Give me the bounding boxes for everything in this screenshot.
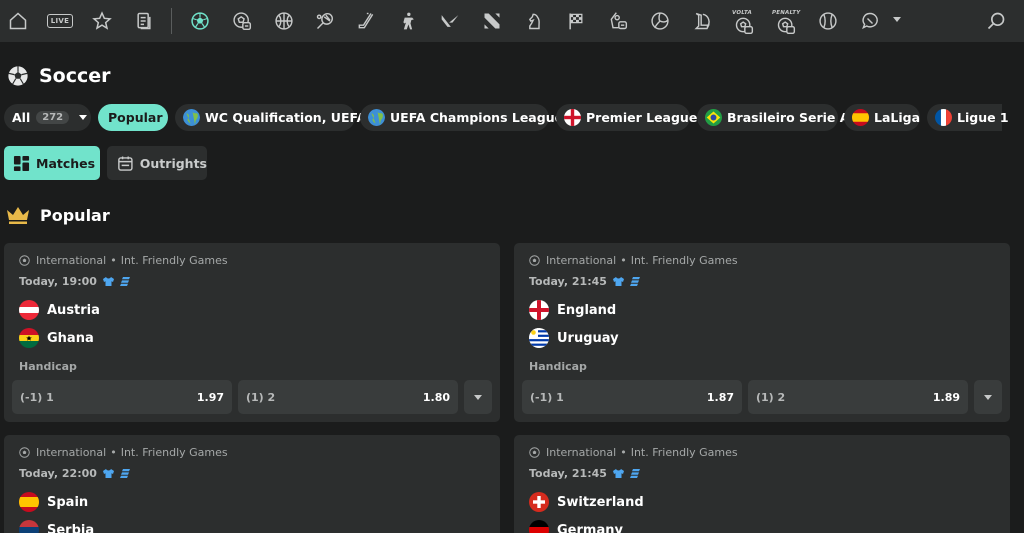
more-markets-button[interactable] (464, 380, 492, 414)
tab-outrights[interactable]: Outrights (107, 146, 207, 180)
france-flag-icon (935, 109, 952, 126)
jersey-icon (102, 277, 114, 286)
germany-flag-icon (529, 520, 549, 533)
ghana-flag-icon (19, 328, 39, 348)
jersey-icon (102, 469, 114, 478)
section-header: Popular (6, 203, 110, 227)
filter-brasileiro-serie-a[interactable]: Brasileiro Serie A (697, 104, 849, 131)
basketball-icon[interactable] (270, 7, 298, 35)
odds-button[interactable]: (1) 2 1.80 (238, 380, 458, 414)
globe-icon (183, 109, 200, 126)
market-label: Handicap (529, 360, 587, 373)
count-badge: 272 (36, 111, 70, 124)
match-time: Today, 19:00 (19, 275, 131, 288)
dota-icon[interactable] (478, 7, 506, 35)
match-time: Today, 21:45 (529, 467, 641, 480)
away-team: Serbia (19, 520, 94, 533)
home-team: Spain (19, 492, 88, 512)
racing-flag-icon[interactable] (562, 7, 590, 35)
match-card[interactable]: International • Int. Friendly Games Today,… (514, 435, 1010, 533)
home-icon[interactable] (4, 7, 32, 35)
page-header: Soccer (7, 62, 111, 90)
tab-matches[interactable]: Matches (4, 146, 100, 180)
chess-icon[interactable] (520, 7, 548, 35)
league-path: International • Int. Friendly Games (529, 446, 738, 459)
esoccer-icon[interactable] (228, 7, 256, 35)
betslip-icon[interactable] (130, 7, 158, 35)
baseball-icon[interactable] (814, 7, 842, 35)
tennis-icon[interactable] (311, 7, 339, 35)
league-path: International • Int. Friendly Games (529, 254, 738, 267)
england-flag-icon (564, 109, 581, 126)
stats-icon (119, 469, 130, 478)
star-icon[interactable] (88, 7, 116, 35)
stats-icon (629, 469, 640, 478)
volta-icon[interactable]: VOLTA (730, 7, 758, 35)
sport-navigation-bar: LIVE VOLTA PENALTY (0, 0, 1024, 42)
toolbar-divider (171, 8, 172, 34)
volleyball-icon[interactable] (646, 7, 674, 35)
soccer-ball-icon (529, 255, 540, 266)
globe-icon (368, 109, 385, 126)
filter-all[interactable]: All 272 (4, 104, 91, 131)
match-card[interactable]: International • Int. Friendly Games Today,… (514, 243, 1010, 422)
page-title: Soccer (39, 65, 111, 87)
chat-icon[interactable] (856, 7, 884, 35)
ebasketball-icon[interactable] (604, 7, 632, 35)
austria-flag-icon (19, 300, 39, 320)
match-time: Today, 21:45 (529, 275, 641, 288)
filter-wc-qualification-uefa[interactable]: WC Qualification, UEFA (175, 104, 366, 131)
more-sports-dropdown-icon[interactable] (893, 17, 901, 22)
spain-flag-icon (19, 492, 39, 512)
soccer-ball-icon (8, 66, 28, 86)
switzerland-flag-icon (529, 492, 549, 512)
valorant-icon[interactable] (436, 7, 464, 35)
filter-uefa-champions-league[interactable]: UEFA Champions League (360, 104, 563, 131)
match-card[interactable]: International • Int. Friendly Games Today,… (4, 243, 500, 422)
filter-premier-league[interactable]: Premier League (556, 104, 697, 131)
spain-flag-icon (852, 109, 869, 126)
odds-button[interactable]: (-1) 1 1.97 (12, 380, 232, 414)
stats-icon (119, 277, 130, 286)
jersey-icon (612, 469, 624, 478)
crown-icon (7, 207, 29, 224)
filter-popular[interactable]: Popular (98, 104, 168, 131)
match-time: Today, 22:00 (19, 467, 131, 480)
home-team: England (529, 300, 616, 320)
search-icon[interactable] (982, 7, 1010, 35)
england-flag-icon (529, 300, 549, 320)
away-team: Ghana (19, 328, 94, 348)
league-path: International • Int. Friendly Games (19, 254, 228, 267)
soccer-icon[interactable] (186, 7, 214, 35)
league-of-legends-icon[interactable] (688, 7, 716, 35)
home-team: Austria (19, 300, 100, 320)
odds-button[interactable]: (-1) 1 1.87 (522, 380, 742, 414)
hockey-icon[interactable] (352, 7, 380, 35)
penalty-icon[interactable]: PENALTY (772, 7, 800, 35)
counter-strike-icon[interactable] (394, 7, 422, 35)
chevron-down-icon (79, 115, 88, 120)
soccer-ball-icon (19, 255, 30, 266)
serbia-flag-icon (19, 520, 39, 533)
section-title: Popular (40, 205, 110, 225)
brazil-flag-icon (705, 109, 722, 126)
match-card[interactable]: International • Int. Friendly Games Today,… (4, 435, 500, 533)
filter-laliga[interactable]: LaLiga (844, 104, 920, 131)
jersey-icon (612, 277, 624, 286)
live-icon[interactable]: LIVE (46, 7, 74, 35)
calendar-icon (118, 156, 133, 171)
odds-button[interactable]: (1) 2 1.89 (748, 380, 968, 414)
uruguay-flag-icon (529, 328, 549, 348)
away-team: Germany (529, 520, 623, 533)
league-path: International • Int. Friendly Games (19, 446, 228, 459)
soccer-ball-icon (19, 447, 30, 458)
soccer-ball-icon (529, 447, 540, 458)
market-label: Handicap (19, 360, 77, 373)
grid-icon (13, 155, 30, 171)
home-team: Switzerland (529, 492, 644, 512)
more-markets-button[interactable] (974, 380, 1002, 414)
stats-icon (629, 277, 640, 286)
filter-ligue-1[interactable]: Ligue 1 (927, 104, 1009, 131)
away-team: Uruguay (529, 328, 619, 348)
